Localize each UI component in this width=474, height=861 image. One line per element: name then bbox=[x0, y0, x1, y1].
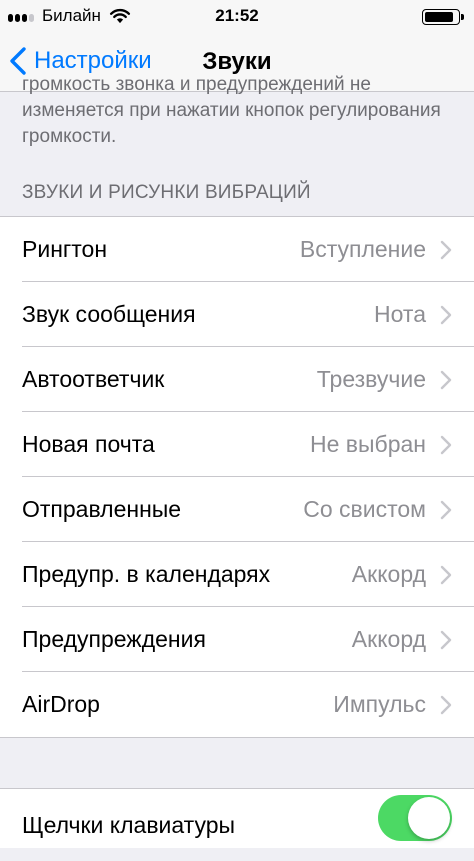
battery-icon bbox=[422, 9, 464, 25]
chevron-right-icon bbox=[440, 565, 452, 585]
toggle-knob bbox=[408, 797, 450, 839]
row-label: Новая почта bbox=[22, 431, 155, 457]
row-message-sound[interactable]: Звук сообщения Нота bbox=[0, 282, 474, 347]
row-airdrop[interactable]: AirDrop Импульс bbox=[0, 672, 474, 737]
row-ringtone[interactable]: Рингтон Вступление bbox=[0, 217, 474, 282]
row-value: Трезвучие bbox=[316, 366, 426, 392]
row-value: Аккорд bbox=[351, 561, 426, 587]
row-label: Рингтон bbox=[22, 236, 108, 262]
row-label: Автоответчик bbox=[22, 366, 165, 392]
status-time: 21:52 bbox=[215, 6, 259, 25]
chevron-right-icon bbox=[440, 435, 452, 455]
sounds-list: Рингтон Вступление Звук сообщения Нота А… bbox=[0, 216, 474, 738]
ringer-footer-note: громкость звонка и предупреждений не изм… bbox=[22, 74, 441, 147]
row-sent-mail[interactable]: Отправленные Со свистом bbox=[0, 477, 474, 542]
chevron-right-icon bbox=[440, 695, 452, 715]
row-label: Предупр. в календарях bbox=[22, 561, 271, 587]
row-label: Предупреждения bbox=[22, 626, 206, 652]
chevron-right-icon bbox=[440, 240, 452, 260]
row-value: Нота bbox=[374, 301, 426, 327]
row-value: Вступление bbox=[299, 236, 426, 262]
row-calendar-alerts[interactable]: Предупр. в календарях Аккорд bbox=[0, 542, 474, 607]
chevron-right-icon bbox=[440, 500, 452, 520]
status-bar: Билайн 21:52 bbox=[0, 0, 474, 34]
row-value: Не выбран bbox=[310, 431, 426, 457]
chevron-right-icon bbox=[440, 630, 452, 650]
row-reminder-alerts[interactable]: Предупреждения Аккорд bbox=[0, 607, 474, 672]
section-header: ЗВУКИ И РИСУНКИ ВИБРАЦИЙ bbox=[22, 182, 311, 203]
row-value: Импульс bbox=[333, 691, 426, 717]
row-label: Отправленные bbox=[22, 496, 182, 522]
row-voicemail[interactable]: Автоответчик Трезвучие bbox=[0, 347, 474, 412]
row-value: Аккорд bbox=[351, 626, 426, 652]
row-label: Звук сообщения bbox=[22, 301, 196, 327]
keyboard-clicks-group: Щелчки клавиатуры bbox=[0, 788, 474, 848]
row-value: Со свистом bbox=[303, 496, 426, 522]
row-label: Щелчки клавиатуры bbox=[22, 812, 236, 838]
keyboard-clicks-toggle[interactable] bbox=[378, 795, 452, 841]
row-new-mail[interactable]: Новая почта Не выбран bbox=[0, 412, 474, 477]
row-label: AirDrop bbox=[22, 691, 100, 717]
chevron-right-icon bbox=[440, 370, 452, 390]
chevron-right-icon bbox=[440, 305, 452, 325]
row-keyboard-clicks: Щелчки клавиатуры bbox=[0, 789, 474, 849]
